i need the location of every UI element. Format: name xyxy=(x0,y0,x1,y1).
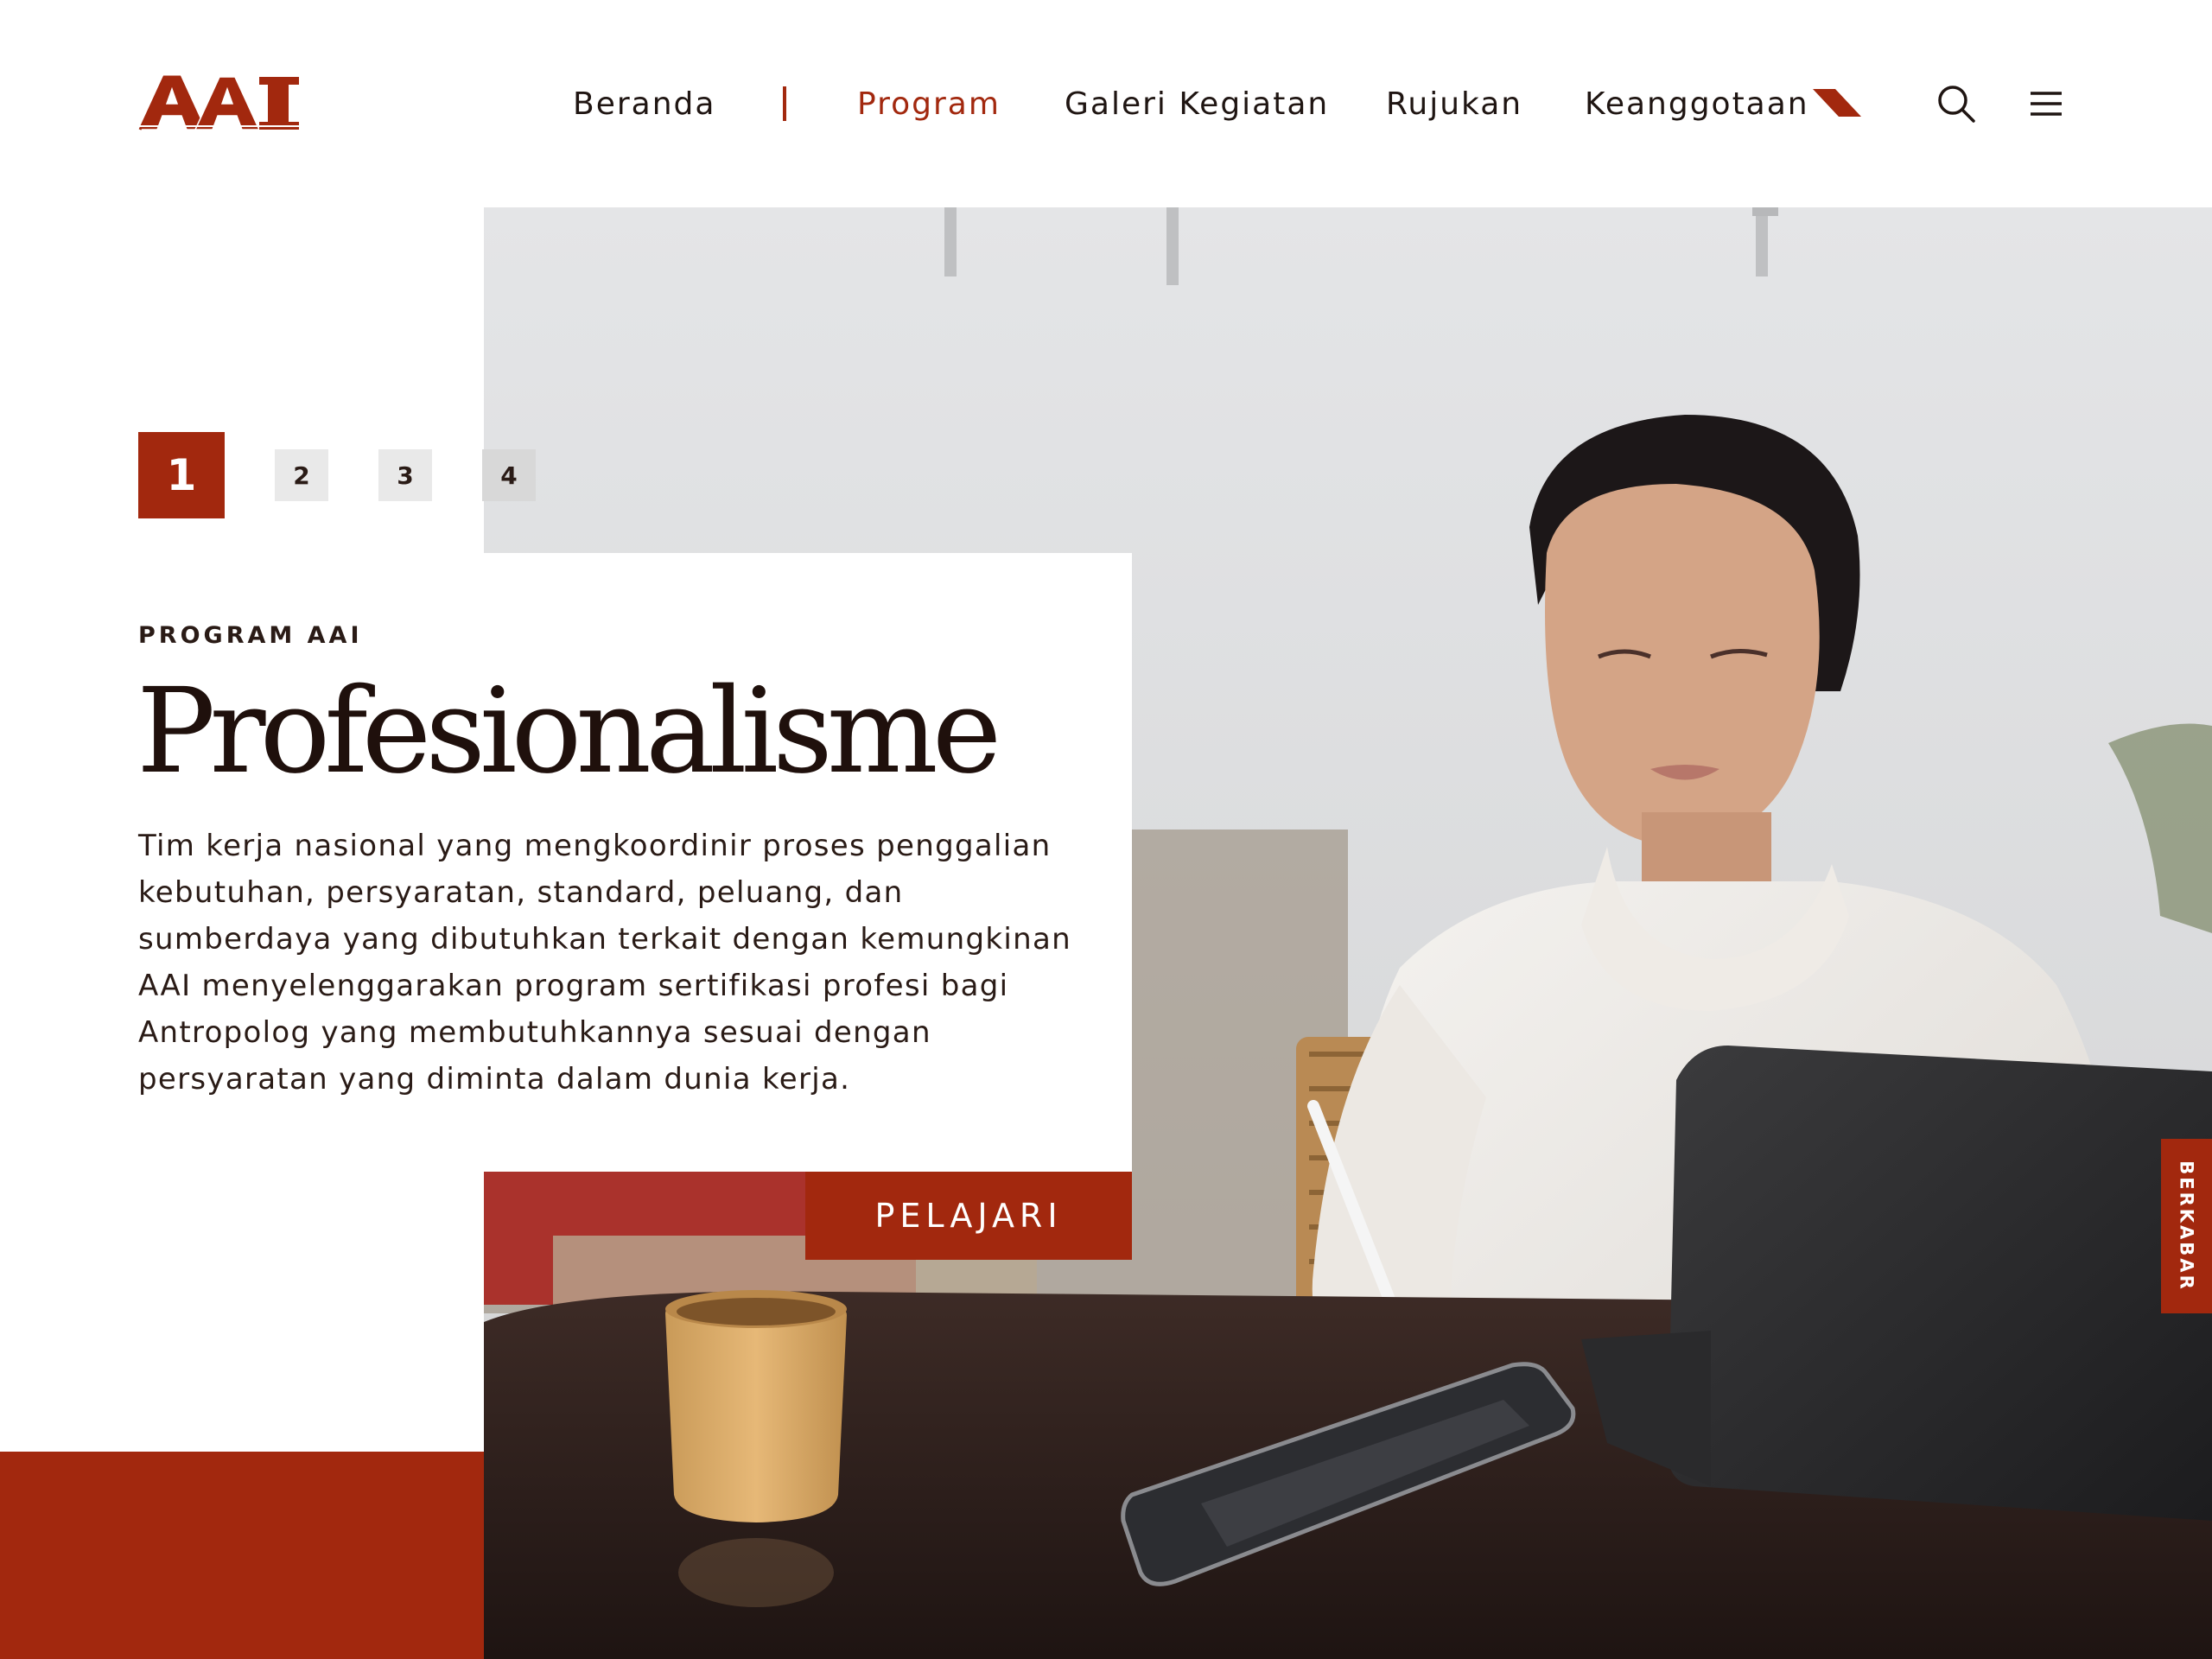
decorative-red-block xyxy=(0,1452,484,1659)
hero-eyebrow: PROGRAM AAI xyxy=(138,622,363,649)
hamburger-menu-icon[interactable] xyxy=(2022,79,2070,128)
berkabar-label: BERKABAR xyxy=(2176,1160,2197,1292)
hero-description: Tim kerja nasional yang mengkoordinir pr… xyxy=(138,829,1071,1096)
pelajari-button[interactable]: PELAJARI xyxy=(805,1172,1132,1260)
hero-title: Profesionalisme xyxy=(137,664,1001,800)
slide-page-2[interactable]: 2 xyxy=(275,449,328,501)
slide-page-1[interactable]: 1 xyxy=(138,432,225,518)
main-nav: Beranda Program Galeri Kegiatan Rujukan … xyxy=(0,82,2212,127)
nav-separator xyxy=(783,86,786,121)
nav-item-beranda[interactable]: Beranda xyxy=(573,82,715,127)
slide-page-3[interactable]: 3 xyxy=(378,449,432,501)
slide-page-4[interactable]: 4 xyxy=(482,449,536,501)
berkabar-side-tab[interactable]: BERKABAR xyxy=(2161,1139,2212,1313)
diagonal-slash-icon xyxy=(1813,89,1861,117)
search-icon[interactable] xyxy=(1932,79,1980,128)
nav-item-galeri-kegiatan[interactable]: Galeri Kegiatan xyxy=(1065,82,1329,127)
nav-item-rujukan[interactable]: Rujukan xyxy=(1386,82,1522,127)
page: Beranda Program Galeri Kegiatan Rujukan … xyxy=(0,0,2212,1659)
nav-item-keanggotaan[interactable]: Keanggotaan xyxy=(1585,82,1809,127)
nav-item-program[interactable]: Program xyxy=(857,82,1001,127)
